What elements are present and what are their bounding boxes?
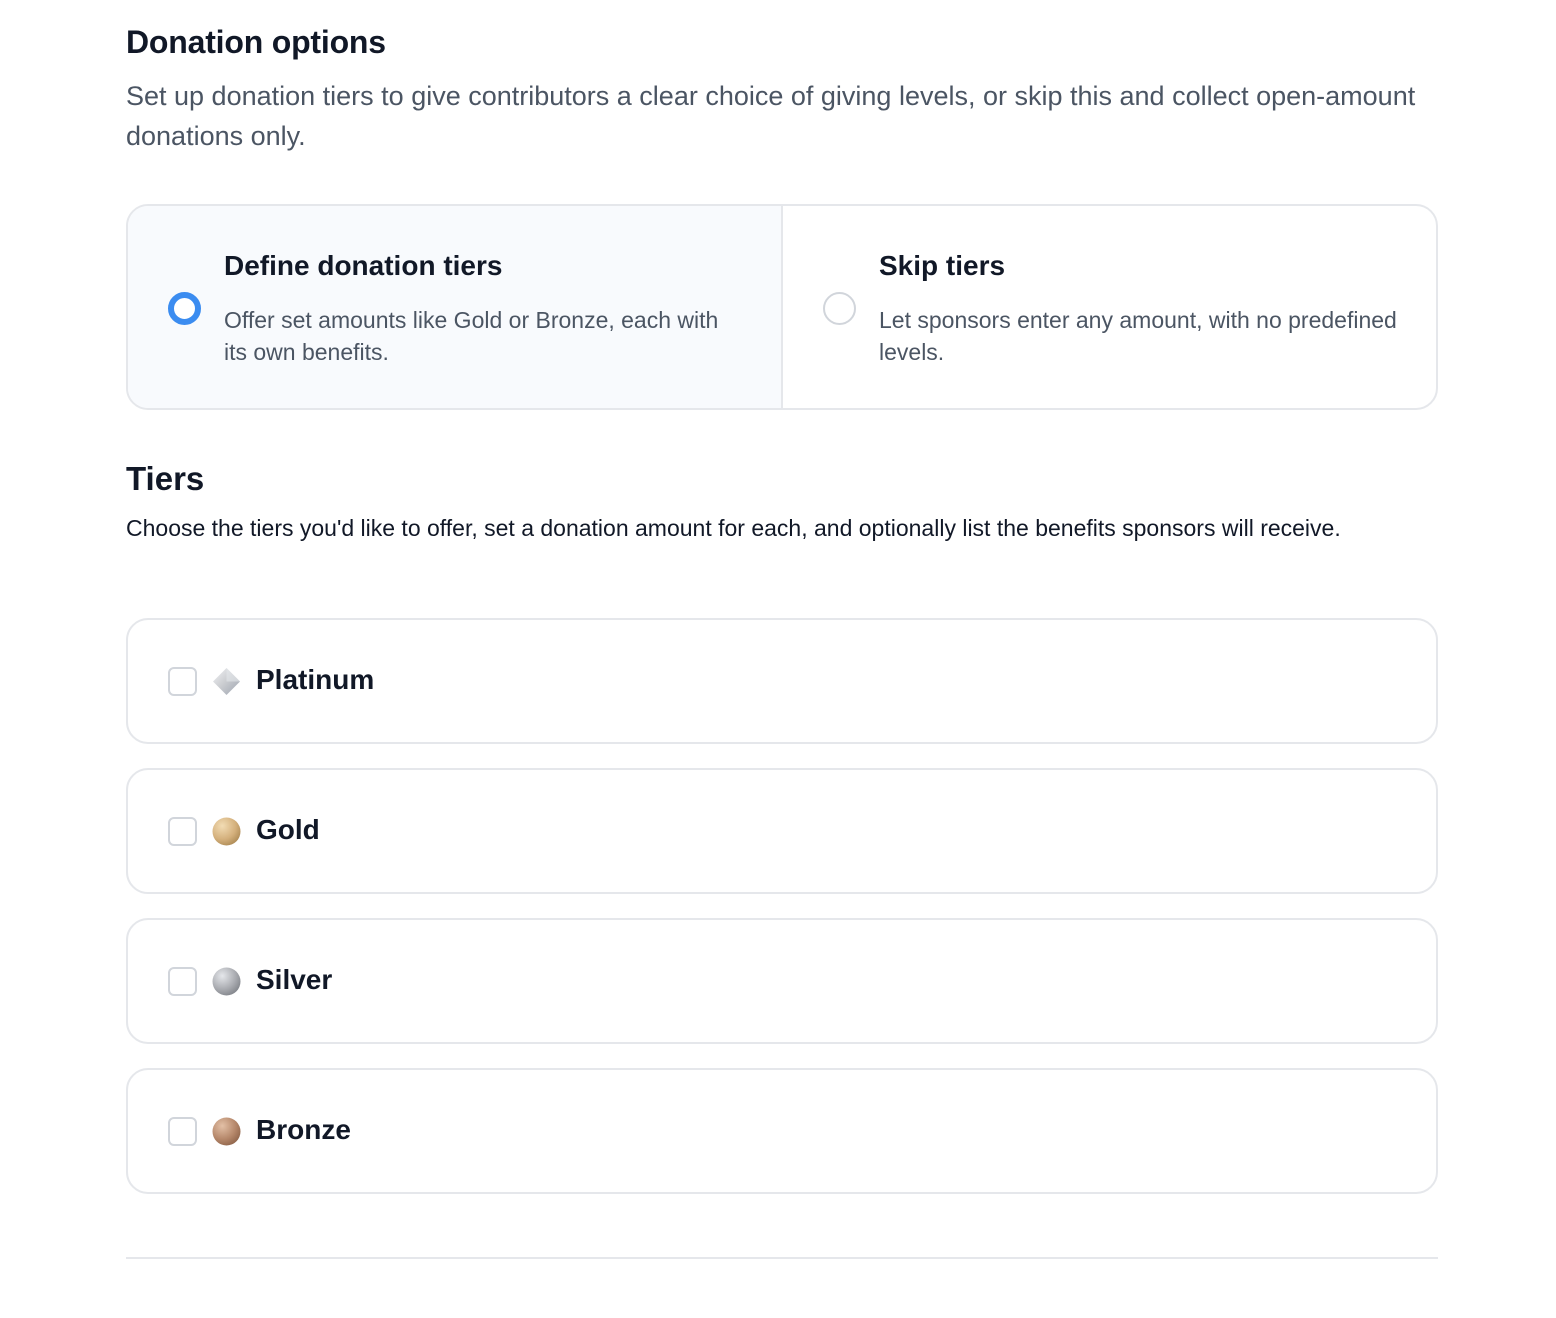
tier-card-bronze[interactable]: Bronze (126, 1068, 1438, 1194)
donation-options-description: Set up donation tiers to give contributo… (126, 81, 1416, 151)
choice-define-tiers[interactable]: Define donation tiers Offer set amounts … (128, 206, 781, 408)
donation-options-title: Donation options (126, 24, 386, 60)
tier-name: Platinum (256, 664, 375, 695)
tier-card-platinum[interactable]: Platinum (126, 618, 1438, 744)
tier-checkbox-platinum[interactable] (168, 667, 197, 696)
choice-description: Let sponsors enter any amount, with no p… (879, 307, 1397, 365)
tier-card-silver[interactable]: Silver (126, 918, 1438, 1044)
define-tiers-radio[interactable] (168, 292, 201, 325)
tier-checkbox-bronze[interactable] (168, 1117, 197, 1146)
tier-name: Gold (256, 814, 320, 845)
choice-description: Offer set amounts like Gold or Bronze, e… (224, 307, 719, 365)
skip-tiers-radio[interactable] (823, 292, 856, 325)
tier-checkbox-silver[interactable] (168, 967, 197, 996)
choice-title: Define donation tiers (224, 250, 503, 281)
tier-name: Bronze (256, 1114, 351, 1145)
section-divider (126, 1257, 1438, 1259)
tiers-description: Choose the tiers you'd like to offer, se… (126, 515, 1341, 541)
donation-mode-radio-group: Define donation tiers Offer set amounts … (126, 204, 1438, 410)
silver-medal-icon (212, 967, 241, 996)
platinum-diamond-icon (213, 668, 240, 695)
tiers-title: Tiers (126, 460, 205, 497)
choice-title: Skip tiers (879, 250, 1006, 281)
tier-card-gold[interactable]: Gold (126, 768, 1438, 894)
gold-medal-icon (212, 817, 241, 846)
bronze-medal-icon (212, 1117, 241, 1146)
tier-checkbox-gold[interactable] (168, 817, 197, 846)
choice-skip-tiers[interactable]: Skip tiers Let sponsors enter any amount… (781, 206, 1436, 408)
tier-name: Silver (256, 964, 333, 995)
